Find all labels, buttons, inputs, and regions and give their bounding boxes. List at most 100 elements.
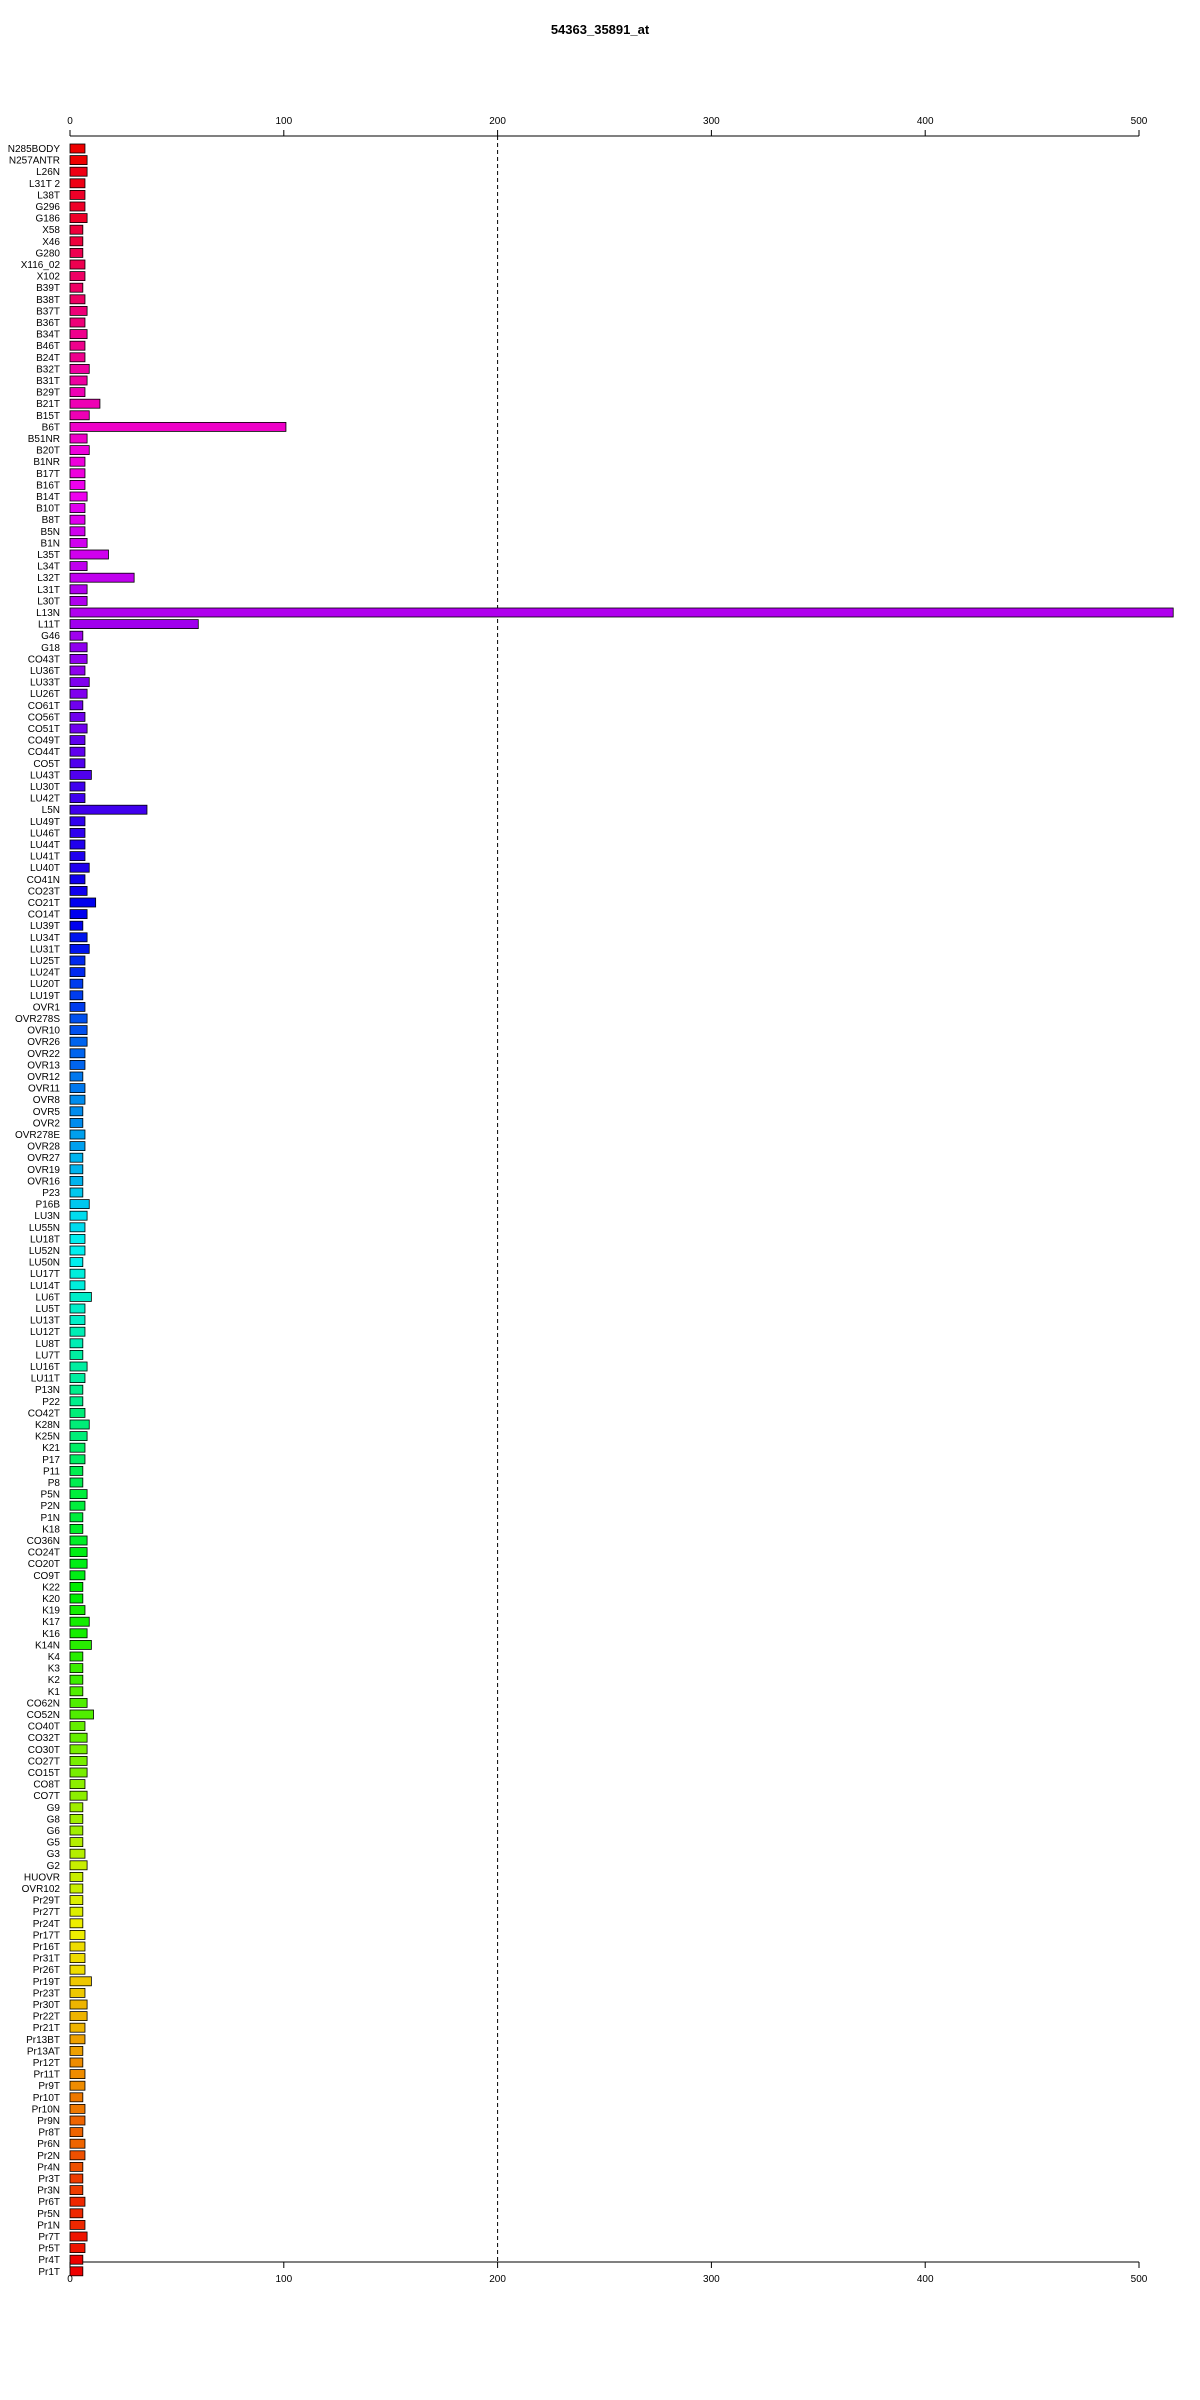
category-label: Pr10T — [33, 2093, 60, 2104]
category-label: X102 — [37, 272, 61, 283]
bar — [69, 2266, 84, 2277]
category-label: OVR1 — [33, 1002, 61, 1013]
bar — [69, 1512, 84, 1523]
bar — [69, 2231, 88, 2242]
category-label: K25N — [35, 1432, 60, 1443]
category-label: B31T — [36, 376, 60, 387]
category-label: L38T — [37, 190, 60, 201]
bar — [69, 503, 86, 514]
category-label: X116_02 — [21, 260, 61, 271]
bar — [69, 2161, 84, 2172]
bar — [69, 178, 86, 189]
bar — [69, 1802, 84, 1813]
top-axis-tick-label: 0 — [67, 116, 73, 127]
bar — [69, 1651, 84, 1662]
bar — [69, 781, 86, 792]
bar — [69, 1524, 84, 1534]
bar — [69, 1906, 84, 1917]
bar — [69, 1605, 86, 1615]
category-label: Pr8T — [38, 2128, 60, 2139]
bottom-axis-tick-label: 400 — [917, 2274, 934, 2285]
category-label: LU17T — [30, 1269, 60, 1280]
category-label: Pr1T — [38, 2267, 60, 2278]
category-label: Pr3N — [37, 2186, 60, 2197]
bar — [69, 2150, 86, 2161]
bar — [69, 1350, 84, 1360]
bar — [69, 1721, 86, 1731]
category-label: CO30T — [28, 1745, 60, 1756]
category-label: Pr23T — [33, 1988, 60, 1999]
category-label: CO41N — [27, 875, 60, 886]
category-label: Pr5T — [38, 2244, 60, 2255]
category-label: Pr24T — [33, 1919, 60, 1930]
top-axis-tick-label: 100 — [275, 116, 292, 127]
top-axis-tick-label: 400 — [917, 116, 934, 127]
category-label: G18 — [41, 643, 60, 654]
category-label: LU55N — [29, 1223, 60, 1234]
category-label: CO52N — [27, 1710, 60, 1721]
category-label: OVR278S — [15, 1014, 60, 1025]
bar — [69, 1176, 84, 1186]
category-label: LU49T — [30, 817, 60, 828]
category-label: K2 — [48, 1675, 61, 1686]
bar — [69, 1883, 84, 1894]
bar — [69, 2092, 84, 2103]
category-label: G8 — [47, 1814, 61, 1825]
bar — [69, 2080, 86, 2091]
category-label: LU18T — [30, 1234, 60, 1245]
bar — [69, 955, 86, 966]
bar — [69, 2185, 84, 2196]
bar — [69, 479, 86, 490]
bar — [69, 387, 86, 398]
category-label: P13N — [35, 1385, 60, 1396]
bar — [69, 1199, 90, 1209]
category-label: LU46T — [30, 828, 60, 839]
category-label: CO49T — [28, 736, 60, 747]
category-label: Pr17T — [33, 1930, 60, 1941]
bar — [69, 1396, 84, 1407]
category-label: Pr19T — [33, 1977, 60, 1988]
bar — [69, 1152, 84, 1163]
category-label: CO8T — [33, 1780, 60, 1791]
bar — [69, 1060, 86, 1070]
category-label: Pr26T — [33, 1965, 60, 1976]
bar — [69, 410, 90, 421]
bar — [69, 1442, 86, 1453]
category-label: CO43T — [28, 654, 60, 665]
category-label: B29T — [36, 388, 60, 399]
bar — [69, 1558, 88, 1569]
category-label: OVR16 — [27, 1176, 60, 1187]
bar — [69, 1686, 84, 1697]
bar — [69, 421, 287, 432]
category-label: G46 — [41, 631, 60, 642]
bar — [69, 1164, 84, 1175]
bar — [69, 688, 88, 699]
category-label: OVR19 — [27, 1165, 60, 1176]
bar — [69, 2034, 86, 2045]
category-label: CO32T — [28, 1733, 60, 1744]
bar — [69, 920, 84, 931]
bar — [69, 189, 86, 200]
bar — [69, 700, 84, 711]
bar — [69, 642, 88, 653]
category-label: Pr5N — [37, 2209, 60, 2220]
bar — [69, 816, 86, 827]
bar — [69, 1547, 88, 1557]
bar — [69, 909, 88, 919]
category-label: Pr27T — [33, 1907, 60, 1918]
bar — [69, 1477, 84, 1488]
bar — [69, 1187, 84, 1198]
category-label: K17 — [42, 1617, 60, 1628]
bar — [69, 1431, 88, 1441]
bar — [69, 155, 88, 166]
bar — [69, 897, 97, 908]
bar — [69, 1303, 86, 1314]
bar — [69, 294, 86, 305]
category-label: CO24T — [28, 1548, 60, 1559]
category-label: LU26T — [30, 689, 60, 700]
bar — [69, 1674, 84, 1685]
category-label: CO9T — [33, 1571, 60, 1582]
bar — [69, 1790, 88, 1801]
bar — [69, 1500, 86, 1511]
category-label: B14T — [36, 492, 60, 503]
